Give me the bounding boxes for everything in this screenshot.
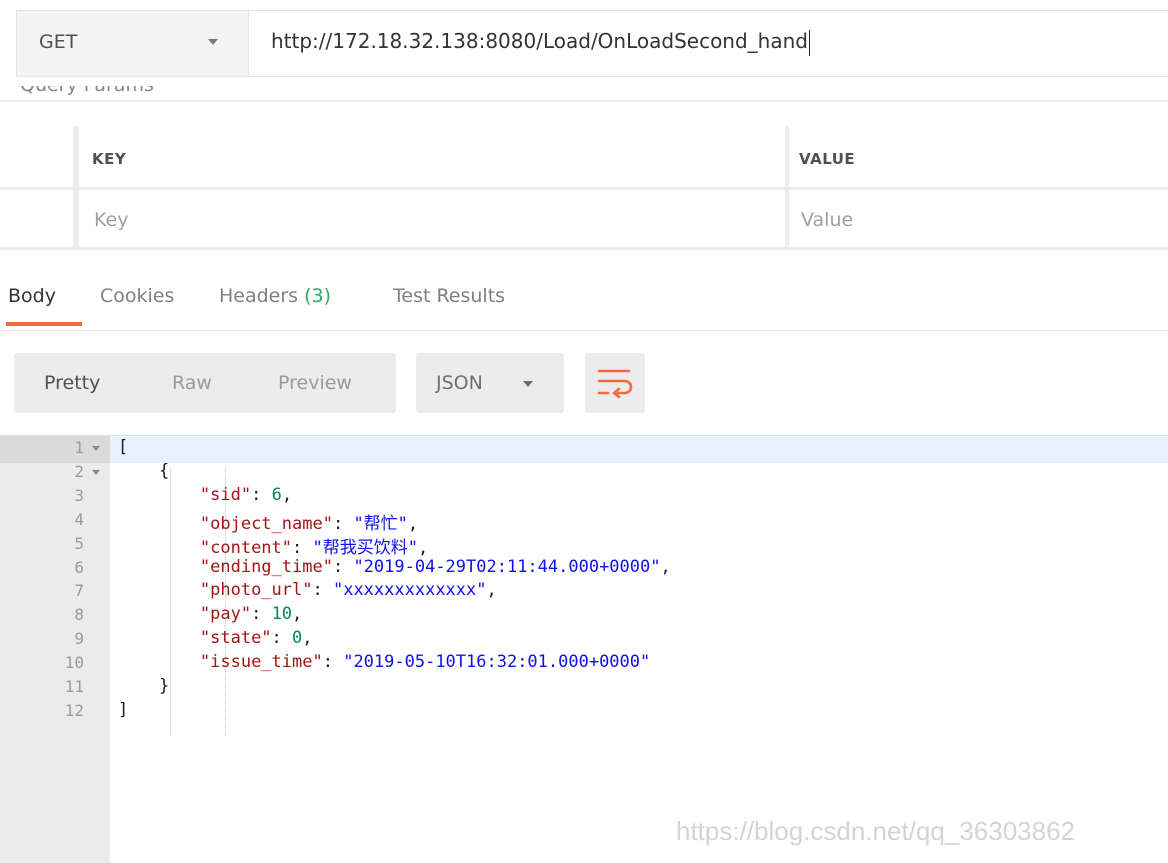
view-preview-button[interactable]: Preview xyxy=(278,372,352,394)
json-key: "ending_time" xyxy=(199,557,333,577)
tab-headers[interactable]: Headers (3) xyxy=(219,285,331,307)
method-label: GET xyxy=(39,31,78,53)
code-line: "state": 0, xyxy=(199,628,313,648)
chevron-down-icon xyxy=(208,39,218,45)
params-table-row-divider xyxy=(0,247,1168,250)
view-pretty-button[interactable]: Pretty xyxy=(44,372,100,394)
tabs-divider xyxy=(0,330,1168,331)
code-line: [ xyxy=(118,437,129,457)
json-key: "issue_time" xyxy=(199,652,323,672)
line-number: 9 xyxy=(74,629,84,648)
code-line: "object_name": "帮忙", xyxy=(199,514,419,534)
line-number: 2 xyxy=(74,462,84,481)
json-key: "photo_url" xyxy=(199,580,313,600)
key-column-header: KEY xyxy=(92,150,127,168)
json-value: "帮忙" xyxy=(353,514,408,534)
json-value: 10 xyxy=(271,604,293,624)
json-value: "2019-04-29T02:11:44.000+0000" xyxy=(353,557,661,577)
request-bar: GET http://172.18.32.138:8080/Load/OnLoa… xyxy=(16,10,1168,77)
code-line: { xyxy=(118,461,170,481)
line-number: 3 xyxy=(74,486,84,505)
tab-cookies[interactable]: Cookies xyxy=(100,285,174,307)
params-table-row-divider xyxy=(0,187,1168,190)
active-line-highlight xyxy=(110,435,1168,463)
wrap-lines-button[interactable] xyxy=(585,353,645,413)
json-value: 0 xyxy=(292,628,303,648)
code-line: "photo_url": "xxxxxxxxxxxxx", xyxy=(199,580,497,600)
line-number: 11 xyxy=(64,677,84,696)
view-raw-button[interactable]: Raw xyxy=(172,372,212,394)
tab-test-results[interactable]: Test Results xyxy=(393,285,505,307)
url-input[interactable]: http://172.18.32.138:8080/Load/OnLoadSec… xyxy=(271,29,810,56)
code-line: "issue_time": "2019-05-10T16:32:01.000+0… xyxy=(199,652,651,672)
url-text: http://172.18.32.138:8080/Load/OnLoadSec… xyxy=(271,29,808,53)
code-line: ] xyxy=(118,700,129,720)
headers-count-badge: (3) xyxy=(304,285,332,307)
json-key: "sid" xyxy=(199,485,252,505)
key-input[interactable]: Key xyxy=(94,209,128,231)
watermark: https://blog.csdn.net/qq_36303862 xyxy=(676,816,1075,846)
line-number: 5 xyxy=(74,534,84,553)
json-value: "2019-05-10T16:32:01.000+0000" xyxy=(343,652,651,672)
fold-arrow-icon[interactable] xyxy=(92,446,100,451)
line-number: 12 xyxy=(64,701,84,720)
tab-body[interactable]: Body xyxy=(8,285,56,307)
value-input[interactable]: Value xyxy=(801,209,853,231)
json-key: "state" xyxy=(199,628,272,648)
line-number: 4 xyxy=(74,510,84,529)
json-key: "object_name" xyxy=(199,514,333,534)
code-line: "sid": 6, xyxy=(199,485,293,505)
code-line: "ending_time": "2019-04-29T02:11:44.000+… xyxy=(199,557,671,577)
json-value: 6 xyxy=(271,485,282,505)
code-line: } xyxy=(118,676,170,696)
line-number: 10 xyxy=(64,653,84,672)
line-number: 6 xyxy=(74,558,84,577)
tab-headers-label: Headers xyxy=(219,285,299,307)
method-select[interactable]: GET xyxy=(17,11,249,76)
code-line: "content": "帮我买饮料", xyxy=(199,538,429,558)
wrap-lines-icon xyxy=(597,369,633,399)
json-value: "帮我买饮料" xyxy=(312,538,418,558)
params-table-border xyxy=(0,100,1168,102)
code-line: "pay": 10, xyxy=(199,604,303,624)
chevron-down-icon xyxy=(523,381,533,387)
value-column-header: VALUE xyxy=(799,150,856,168)
format-label: JSON xyxy=(436,372,483,394)
active-tab-indicator xyxy=(6,322,82,326)
json-key: "content" xyxy=(199,538,293,558)
text-cursor xyxy=(808,29,810,56)
fold-arrow-icon[interactable] xyxy=(92,470,100,475)
json-key: "pay" xyxy=(199,604,252,624)
json-value: "xxxxxxxxxxxxx" xyxy=(332,580,487,600)
line-number: 7 xyxy=(74,581,84,600)
line-number: 1 xyxy=(74,438,84,457)
line-number: 8 xyxy=(74,605,84,624)
